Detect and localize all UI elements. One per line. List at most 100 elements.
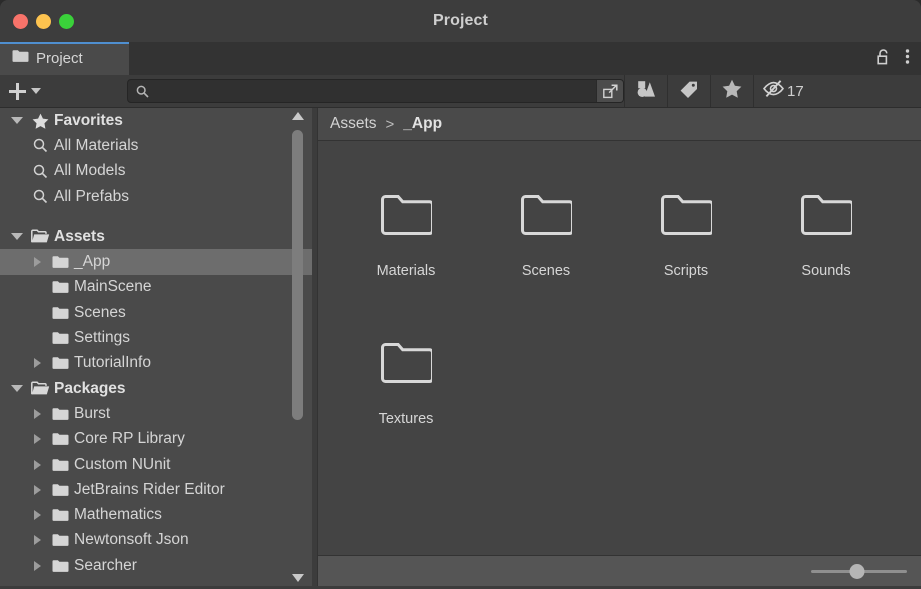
breadcrumb-current[interactable]: _App: [403, 115, 442, 133]
asset-item-label: Sounds: [801, 263, 851, 279]
sidebar-group-packages[interactable]: Packages: [0, 376, 312, 401]
disclosure-triangle-icon[interactable]: [6, 385, 28, 393]
folder-icon: [48, 458, 72, 472]
asset-item-scripts[interactable]: Scripts: [616, 169, 756, 317]
sidebar-item-scenes[interactable]: Scenes: [0, 300, 312, 325]
asset-grid: Materials Scenes Scripts Sounds Textures: [318, 141, 921, 555]
sidebar-group-favorites[interactable]: Favorites: [0, 108, 312, 133]
chevron-down-icon: [31, 88, 41, 94]
asset-item-label: Scenes: [521, 263, 571, 279]
sidebar-item-core-rp-library[interactable]: Core RP Library: [0, 427, 312, 452]
scrollbar-track[interactable]: [292, 124, 303, 570]
sidebar-item-mathematics[interactable]: Mathematics: [0, 502, 312, 527]
disclosure-triangle-icon[interactable]: [26, 484, 48, 495]
search-icon: [128, 85, 149, 98]
disclosure-triangle-icon[interactable]: [26, 510, 48, 521]
search-icon: [28, 189, 52, 204]
breadcrumb-root[interactable]: Assets: [330, 115, 377, 133]
disclosure-triangle-icon[interactable]: [26, 358, 48, 369]
sidebar-item-tutorialinfo[interactable]: TutorialInfo: [0, 351, 312, 376]
asset-item-textures[interactable]: Textures: [336, 317, 476, 465]
sidebar-item-label: All Prefabs: [54, 187, 129, 205]
minimize-button[interactable]: [36, 13, 51, 29]
traffic-lights: [0, 13, 74, 29]
sidebar-group-label: Packages: [54, 379, 126, 397]
sidebar-item-label: Mathematics: [74, 506, 162, 524]
asset-item-materials[interactable]: Materials: [336, 169, 476, 317]
asset-item-scenes[interactable]: Scenes: [476, 169, 616, 317]
disclosure-triangle-icon[interactable]: [26, 408, 48, 419]
zoom-slider[interactable]: [811, 563, 907, 579]
hidden-assets-button[interactable]: 17: [754, 75, 814, 107]
tab-label: Project: [36, 50, 83, 67]
folder-icon: [48, 356, 72, 370]
sidebar-item-label: _App: [74, 253, 111, 271]
sidebar-item-label: Custom NUnit: [74, 455, 171, 473]
status-bar: [318, 555, 921, 586]
sidebar-item-label: Scenes: [74, 303, 126, 321]
create-asset-button[interactable]: [0, 75, 51, 107]
sidebar-item-all-prefabs[interactable]: All Prefabs: [0, 184, 312, 209]
sidebar-item-jetbrains-rider-editor[interactable]: JetBrains Rider Editor: [0, 477, 312, 502]
asset-content-panel: Assets > _App Materials Scenes Scripts S…: [317, 108, 921, 586]
sidebar-item-searcher[interactable]: Searcher: [0, 553, 312, 578]
expand-search-icon[interactable]: [596, 80, 623, 102]
asset-item-sounds[interactable]: Sounds: [756, 169, 896, 317]
sidebar-scrollbar[interactable]: [289, 108, 306, 586]
search-field[interactable]: [127, 79, 624, 103]
breadcrumb-separator: >: [385, 115, 395, 133]
label-filter-button[interactable]: [668, 75, 710, 107]
folder-outline-icon: [380, 331, 432, 393]
sidebar-item-label: Core RP Library: [74, 430, 185, 448]
search-icon: [28, 164, 52, 179]
sidebar-item-label: MainScene: [74, 278, 152, 296]
sidebar-item-label: Settings: [74, 329, 131, 347]
sidebar-item-all-models[interactable]: All Models: [0, 159, 312, 184]
tab-project[interactable]: Project: [0, 42, 129, 75]
lock-open-icon[interactable]: [877, 48, 891, 70]
folder-outline-icon: [800, 183, 852, 245]
sidebar-item-label: All Models: [54, 162, 126, 180]
sidebar-item-label: JetBrains Rider Editor: [74, 480, 225, 498]
favorites-filter-button[interactable]: [711, 75, 753, 107]
maximize-button[interactable]: [59, 13, 74, 29]
disclosure-triangle-icon[interactable]: [26, 434, 48, 445]
star-icon: [28, 113, 52, 129]
tag-icon: [679, 80, 699, 103]
disclosure-triangle-icon[interactable]: [26, 257, 48, 268]
asset-item-label: Materials: [376, 263, 436, 279]
kebab-menu-icon[interactable]: [905, 48, 910, 70]
disclosure-triangle-icon[interactable]: [26, 459, 48, 470]
scroll-down-arrow-icon[interactable]: [291, 570, 304, 586]
plus-icon: [9, 82, 26, 100]
folder-icon: [48, 533, 72, 547]
sidebar-item-settings[interactable]: Settings: [0, 325, 312, 350]
search-input[interactable]: [149, 84, 596, 98]
sidebar-item-mainscene[interactable]: MainScene: [0, 275, 312, 300]
sidebar-group-assets[interactable]: Assets: [0, 224, 312, 249]
scroll-up-arrow-icon[interactable]: [291, 108, 304, 124]
sidebar-item-_app[interactable]: _App: [0, 249, 312, 275]
project-tree-sidebar[interactable]: Favorites All Materials All Models All P…: [0, 108, 312, 586]
disclosure-triangle-icon[interactable]: [26, 560, 48, 571]
sidebar-item-all-materials[interactable]: All Materials: [0, 133, 312, 158]
sidebar-item-custom-nunit[interactable]: Custom NUnit: [0, 452, 312, 477]
folder-icon: [48, 331, 72, 345]
disclosure-triangle-icon[interactable]: [6, 233, 28, 241]
open-folder-icon: [28, 229, 52, 244]
sidebar-item-newtonsoft-json[interactable]: Newtonsoft Json: [0, 528, 312, 553]
folder-outline-icon: [520, 183, 572, 245]
disclosure-triangle-icon[interactable]: [6, 117, 28, 125]
eye-slash-icon: [762, 79, 785, 103]
disclosure-triangle-icon[interactable]: [26, 535, 48, 546]
zoom-slider-thumb[interactable]: [849, 563, 865, 579]
scrollbar-thumb[interactable]: [292, 130, 303, 420]
folder-outline-icon: [380, 183, 432, 245]
asset-type-filter-button[interactable]: [625, 75, 667, 107]
close-button[interactable]: [13, 13, 28, 29]
sidebar-item-burst[interactable]: Burst: [0, 401, 312, 426]
sidebar-item-label: Newtonsoft Json: [74, 531, 189, 549]
project-window: Project Project 17 Favorites All Materia…: [0, 0, 921, 589]
folder-icon: [48, 432, 72, 446]
